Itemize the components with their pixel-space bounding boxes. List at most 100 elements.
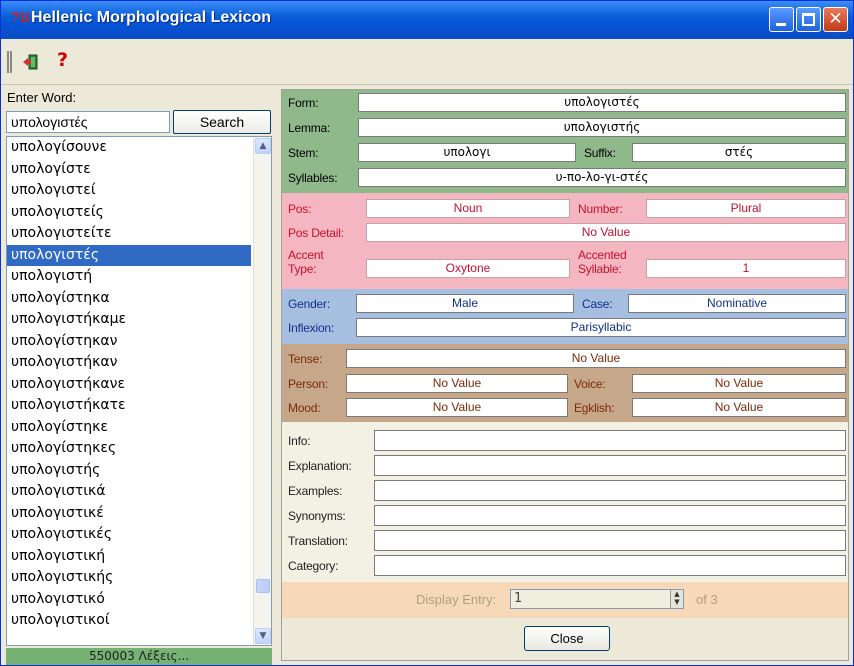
minimize-button[interactable] (769, 7, 794, 32)
case-label: Case: (582, 297, 613, 311)
list-item[interactable]: υπολογιστές (7, 244, 251, 266)
stem-field[interactable]: υπολογι (358, 143, 576, 162)
list-item[interactable]: υπολογίσουνε (7, 137, 251, 159)
word-list-items: υπολογίσουνε υπολογίστε υπολογιστεί υπολογι… (7, 137, 271, 632)
tense-section: Tense: No Value Person: No Value Voice: … (282, 344, 848, 422)
scroll-down-icon[interactable]: ▼ (255, 628, 271, 644)
list-item[interactable]: υπολογιστήκαμε (7, 309, 251, 331)
category-field[interactable] (374, 555, 846, 576)
title-bar[interactable]: 7ii Hellenic Morphological Lexicon ✕ (1, 1, 853, 39)
display-entry-input[interactable]: 1 (510, 589, 684, 609)
list-item[interactable]: υπολογιστήκατε (7, 395, 251, 417)
word-count-status: 550003 Λέξεις... (6, 648, 272, 665)
display-entry-spinner-icon[interactable]: ▲ ▼ (670, 590, 683, 608)
minimize-icon (776, 23, 786, 26)
list-item[interactable]: υπολογίστηκες (7, 438, 251, 460)
info-section: Info: Explanation: Examples: Synonyms: T… (282, 422, 848, 582)
list-item[interactable]: υπολογίστηκαν (7, 331, 251, 353)
list-item[interactable]: υπολογιστικής (7, 567, 251, 589)
list-item[interactable]: υπολογιστικέ (7, 503, 251, 525)
accented-syllable-label-line1: Accented (578, 248, 627, 262)
explanation-label: Explanation: (288, 459, 352, 473)
word-input[interactable]: υπολογιστές (6, 111, 170, 133)
scroll-up-icon[interactable]: ▲ (255, 138, 271, 154)
tense-field[interactable]: No Value (346, 349, 846, 368)
list-item[interactable]: υπολογίστηκε (7, 417, 251, 439)
number-field[interactable]: Plural (646, 199, 846, 218)
syllables-label: Syllables: (288, 171, 338, 185)
list-item[interactable]: υπολογιστή (7, 266, 251, 288)
gender-field[interactable]: Male (356, 294, 574, 313)
pos-detail-field[interactable]: No Value (366, 223, 846, 242)
form-field[interactable]: υπολογιστές (358, 93, 846, 112)
list-item[interactable]: υπολογιστικοί (7, 610, 251, 632)
voice-field[interactable]: No Value (632, 374, 846, 393)
person-field[interactable]: No Value (346, 374, 568, 393)
app-window: 7ii Hellenic Morphological Lexicon ✕ ? E… (0, 0, 854, 666)
syllables-field[interactable]: υ-πο-λο-γι-στές (358, 168, 846, 187)
window-title: Hellenic Morphological Lexicon (31, 9, 272, 26)
inflexion-field[interactable]: Parisyllabic (356, 318, 846, 337)
stem-label: Stem: (288, 146, 319, 160)
list-item[interactable]: υπολογιστικές (7, 524, 251, 546)
exit-door-icon[interactable] (23, 54, 39, 70)
list-item[interactable]: υπολογιστείς (7, 202, 251, 224)
lemma-label: Lemma: (288, 121, 331, 135)
close-button[interactable]: Close (524, 626, 610, 651)
examples-field[interactable] (374, 480, 846, 501)
accented-syllable-field[interactable]: 1 (646, 259, 846, 278)
app-logo-icon: 7ii (11, 11, 30, 26)
suffix-field[interactable]: στές (632, 143, 846, 162)
list-item[interactable]: υπολογιστήκανε (7, 374, 251, 396)
close-window-button[interactable]: ✕ (823, 7, 848, 32)
list-item[interactable]: υπολογιστικά (7, 481, 251, 503)
info-field[interactable] (374, 430, 846, 451)
case-field[interactable]: Nominative (628, 294, 846, 313)
list-item[interactable]: υπολογιστήκαν (7, 352, 251, 374)
word-list-scrollbar[interactable]: ▲ ▼ (253, 137, 271, 645)
maximize-icon (802, 13, 815, 26)
word-list[interactable]: υπολογίσουνε υπολογίστε υπολογιστεί υπολογι… (6, 136, 272, 646)
search-button[interactable]: Search (173, 110, 271, 134)
pos-field[interactable]: Noun (366, 199, 570, 218)
help-icon[interactable]: ? (57, 49, 68, 71)
details-panel: Form: υπολογιστές Lemma: υπολογιστής Ste… (281, 89, 849, 661)
maximize-button[interactable] (796, 7, 821, 32)
display-entry-section: Display Entry: 1 ▲ ▼ of 3 (282, 582, 848, 618)
synonyms-field[interactable] (374, 505, 846, 526)
tense-label: Tense: (288, 352, 323, 366)
number-label: Number: (578, 202, 623, 216)
list-item[interactable]: υπολογίστηκα (7, 288, 251, 310)
close-icon: ✕ (828, 9, 843, 29)
pos-section: Pos: Noun Number: Plural Pos Detail: No … (282, 193, 848, 289)
display-entry-label: Display Entry: (416, 592, 497, 607)
close-section: Close (282, 618, 848, 660)
mood-field[interactable]: No Value (346, 398, 568, 417)
toolbar-grip[interactable] (7, 51, 12, 73)
pos-detail-label: Pos Detail: (288, 226, 344, 240)
list-item[interactable]: υπολογιστική (7, 546, 251, 568)
list-item[interactable]: υπολογιστεί (7, 180, 251, 202)
translation-field[interactable] (374, 530, 846, 551)
info-label: Info: (288, 434, 311, 448)
synonyms-label: Synonyms: (288, 509, 346, 523)
mood-label: Mood: (288, 401, 321, 415)
list-item[interactable]: υπολογιστικό (7, 589, 251, 611)
accent-type-field[interactable]: Oxytone (366, 259, 570, 278)
form-section: Form: υπολογιστές Lemma: υπολογιστής Ste… (282, 90, 848, 193)
egklish-field[interactable]: No Value (632, 398, 846, 417)
accented-syllable-label: Accented Syllable: (578, 248, 627, 276)
list-item[interactable]: υπολογίστε (7, 159, 251, 181)
accent-type-label: Accent Type: (288, 248, 324, 276)
translation-label: Translation: (288, 534, 348, 548)
enter-word-label: Enter Word: (7, 90, 77, 105)
list-item[interactable]: υπολογιστής (7, 460, 251, 482)
entry-count-label: of 3 (696, 592, 718, 607)
scroll-thumb[interactable] (256, 579, 270, 593)
explanation-field[interactable] (374, 455, 846, 476)
lemma-field[interactable]: υπολογιστής (358, 118, 846, 137)
voice-label: Voice: (574, 377, 606, 391)
gender-section: Gender: Male Case: Nominative Inflexion:… (282, 289, 848, 344)
accent-type-label-line1: Accent (288, 248, 324, 262)
list-item[interactable]: υπολογιστείτε (7, 223, 251, 245)
